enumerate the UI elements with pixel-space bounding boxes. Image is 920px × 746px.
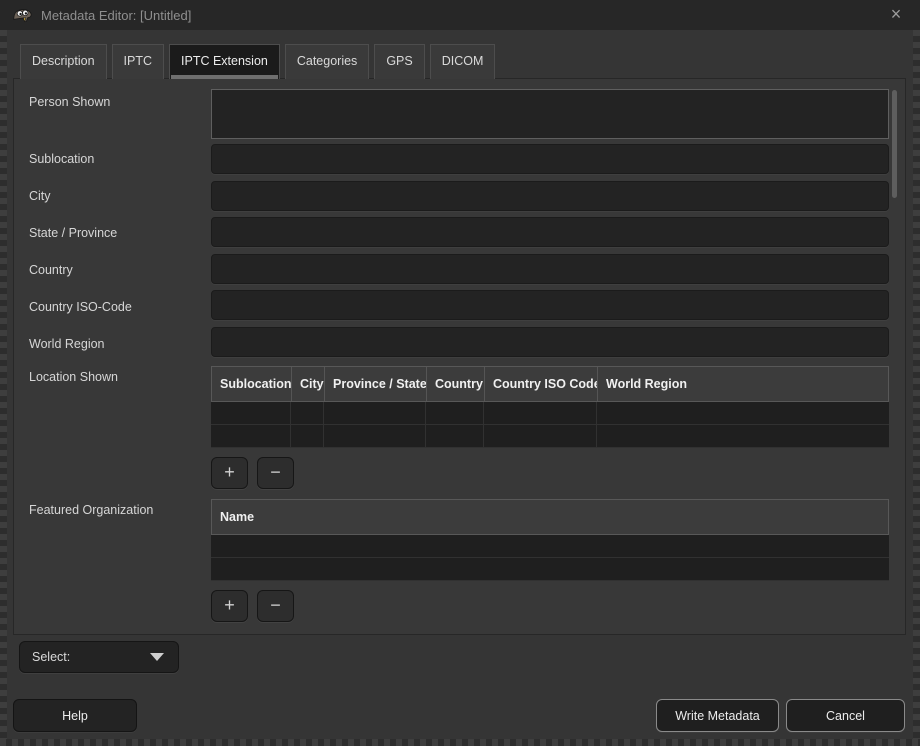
table-cell: [211, 558, 889, 580]
table-cell: [597, 402, 889, 424]
tab-gps[interactable]: GPS: [374, 44, 424, 79]
table-row[interactable]: [211, 402, 889, 425]
titlebar: Metadata Editor: [Untitled] ×: [0, 0, 920, 30]
table-cell: [597, 425, 889, 447]
write-metadata-button[interactable]: Write Metadata: [656, 699, 779, 732]
location-shown-table: Sublocation City Province / State Countr…: [211, 366, 889, 448]
featured-organization-table-header: Name: [211, 499, 889, 535]
person-shown-textarea[interactable]: [211, 89, 889, 139]
gimp-wilber-icon: [12, 7, 33, 23]
country-iso-code-label: Country ISO-Code: [29, 300, 132, 314]
table-row[interactable]: [211, 535, 889, 558]
table-cell: [291, 425, 324, 447]
table-cell: [211, 535, 889, 557]
table-cell: [211, 425, 291, 447]
table-row[interactable]: [211, 558, 889, 581]
vertical-scrollbar[interactable]: [892, 90, 897, 198]
state-province-input[interactable]: [211, 217, 889, 247]
featured-organization-table: Name: [211, 499, 889, 581]
window-edge-bottom: [0, 739, 920, 746]
tab-iptc[interactable]: IPTC: [112, 44, 164, 79]
country-input[interactable]: [211, 254, 889, 284]
location-shown-add-button[interactable]: +: [211, 457, 248, 489]
tab-bar: Description IPTC IPTC Extension Categori…: [20, 44, 500, 79]
table-cell: [324, 402, 426, 424]
tab-description[interactable]: Description: [20, 44, 107, 79]
tab-categories[interactable]: Categories: [285, 44, 369, 79]
country-label: Country: [29, 263, 73, 277]
city-input[interactable]: [211, 181, 889, 211]
world-region-label: World Region: [29, 337, 105, 351]
person-shown-label: Person Shown: [29, 95, 110, 109]
sublocation-input[interactable]: [211, 144, 889, 174]
table-cell: [211, 402, 291, 424]
world-region-input[interactable]: [211, 327, 889, 357]
column-header-name[interactable]: Name: [212, 500, 888, 534]
window-edge-right: [913, 30, 920, 746]
column-header-city[interactable]: City: [292, 367, 325, 401]
select-dropdown[interactable]: Select:: [19, 641, 179, 673]
metadata-editor-dialog: Metadata Editor: [Untitled] × Descriptio…: [0, 0, 920, 746]
featured-organization-remove-button[interactable]: −: [257, 590, 294, 622]
help-button[interactable]: Help: [13, 699, 137, 732]
table-cell: [324, 425, 426, 447]
column-header-sublocation[interactable]: Sublocation: [212, 367, 292, 401]
select-dropdown-label: Select:: [32, 650, 150, 664]
state-province-label: State / Province: [29, 226, 117, 240]
table-cell: [291, 402, 324, 424]
featured-organization-add-button[interactable]: +: [211, 590, 248, 622]
sublocation-label: Sublocation: [29, 152, 94, 166]
cancel-button[interactable]: Cancel: [786, 699, 905, 732]
column-header-province-state[interactable]: Province / State: [325, 367, 427, 401]
country-iso-code-input[interactable]: [211, 290, 889, 320]
window-edge-left: [0, 30, 7, 746]
chevron-down-icon: [150, 653, 164, 661]
location-shown-table-header: Sublocation City Province / State Countr…: [211, 366, 889, 402]
table-cell: [426, 425, 484, 447]
column-header-country[interactable]: Country: [427, 367, 485, 401]
table-cell: [484, 402, 597, 424]
featured-organization-label: Featured Organization: [29, 503, 153, 517]
location-shown-remove-button[interactable]: −: [257, 457, 294, 489]
column-header-world-region[interactable]: World Region: [598, 367, 888, 401]
city-label: City: [29, 189, 51, 203]
tab-iptc-extension[interactable]: IPTC Extension: [169, 44, 280, 79]
column-header-country-iso-code[interactable]: Country ISO Code: [485, 367, 598, 401]
tab-dicom[interactable]: DICOM: [430, 44, 496, 79]
window-title: Metadata Editor: [Untitled]: [41, 8, 191, 23]
table-row[interactable]: [211, 425, 889, 448]
table-cell: [426, 402, 484, 424]
table-cell: [484, 425, 597, 447]
close-icon[interactable]: ×: [885, 3, 907, 25]
location-shown-label: Location Shown: [29, 370, 118, 384]
